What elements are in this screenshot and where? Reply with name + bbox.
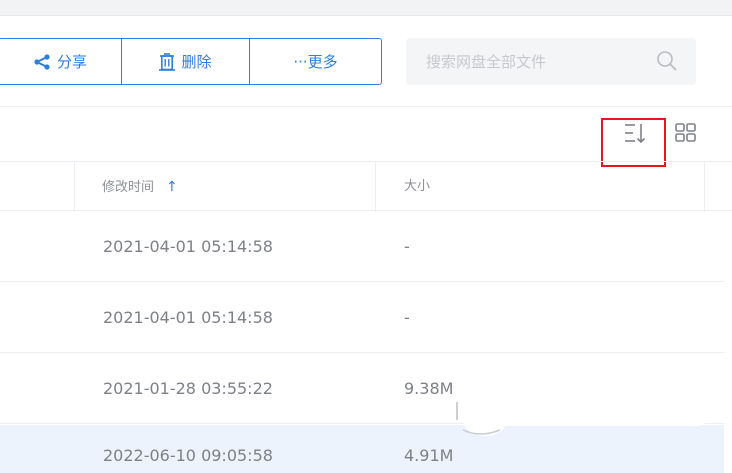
more-button[interactable]: ···更多	[249, 39, 381, 84]
column-header-size[interactable]: 大小	[404, 162, 430, 212]
table-row-selected[interactable]: 2022-06-10 09:05:58 4.91M	[0, 425, 724, 473]
search-icon[interactable]	[656, 50, 678, 72]
row-mtime: 2021-04-01 05:14:58	[103, 308, 273, 327]
table-row[interactable]: 2021-04-01 05:14:58 -	[0, 212, 724, 282]
column-header-mtime-label: 修改时间	[102, 180, 155, 195]
sort-ascending-icon: ↑	[166, 179, 178, 195]
toolbar-divider	[0, 106, 732, 107]
search-box	[406, 38, 696, 85]
share-icon	[34, 53, 50, 70]
column-header-size-label: 大小	[404, 179, 431, 194]
row-mtime: 2021-04-01 05:14:58	[103, 237, 273, 256]
grid-view-icon	[675, 123, 696, 142]
table-row[interactable]: 2021-04-01 05:14:58 -	[0, 283, 724, 353]
row-size: 9.38M	[404, 379, 454, 398]
column-separator	[704, 162, 705, 212]
grid-view-button[interactable]	[672, 120, 700, 146]
table-row[interactable]: 2021-01-28 03:55:22 9.38M	[0, 354, 724, 424]
sort-icon	[625, 124, 646, 144]
trash-icon	[159, 52, 176, 71]
more-label: ···更多	[293, 53, 338, 71]
row-size: 4.91M	[404, 446, 454, 465]
sort-button[interactable]	[618, 118, 652, 148]
row-size: -	[404, 308, 410, 327]
column-separator	[74, 162, 75, 212]
top-bar	[0, 0, 732, 16]
share-button[interactable]: 分享	[0, 39, 121, 84]
action-button-group: 分享 删除 ···更多	[0, 38, 382, 85]
row-mtime: 2021-01-28 03:55:22	[103, 379, 273, 398]
table-header: 修改时间 ↑ 大小	[0, 161, 732, 212]
delete-label: 删除	[181, 53, 212, 71]
row-size: -	[404, 237, 410, 256]
delete-button[interactable]: 删除	[121, 39, 249, 84]
column-separator	[375, 162, 376, 212]
search-input[interactable]	[426, 52, 646, 71]
share-label: 分享	[56, 53, 87, 71]
column-header-mtime[interactable]: 修改时间 ↑	[102, 162, 178, 212]
row-mtime: 2022-06-10 09:05:58	[103, 446, 273, 465]
